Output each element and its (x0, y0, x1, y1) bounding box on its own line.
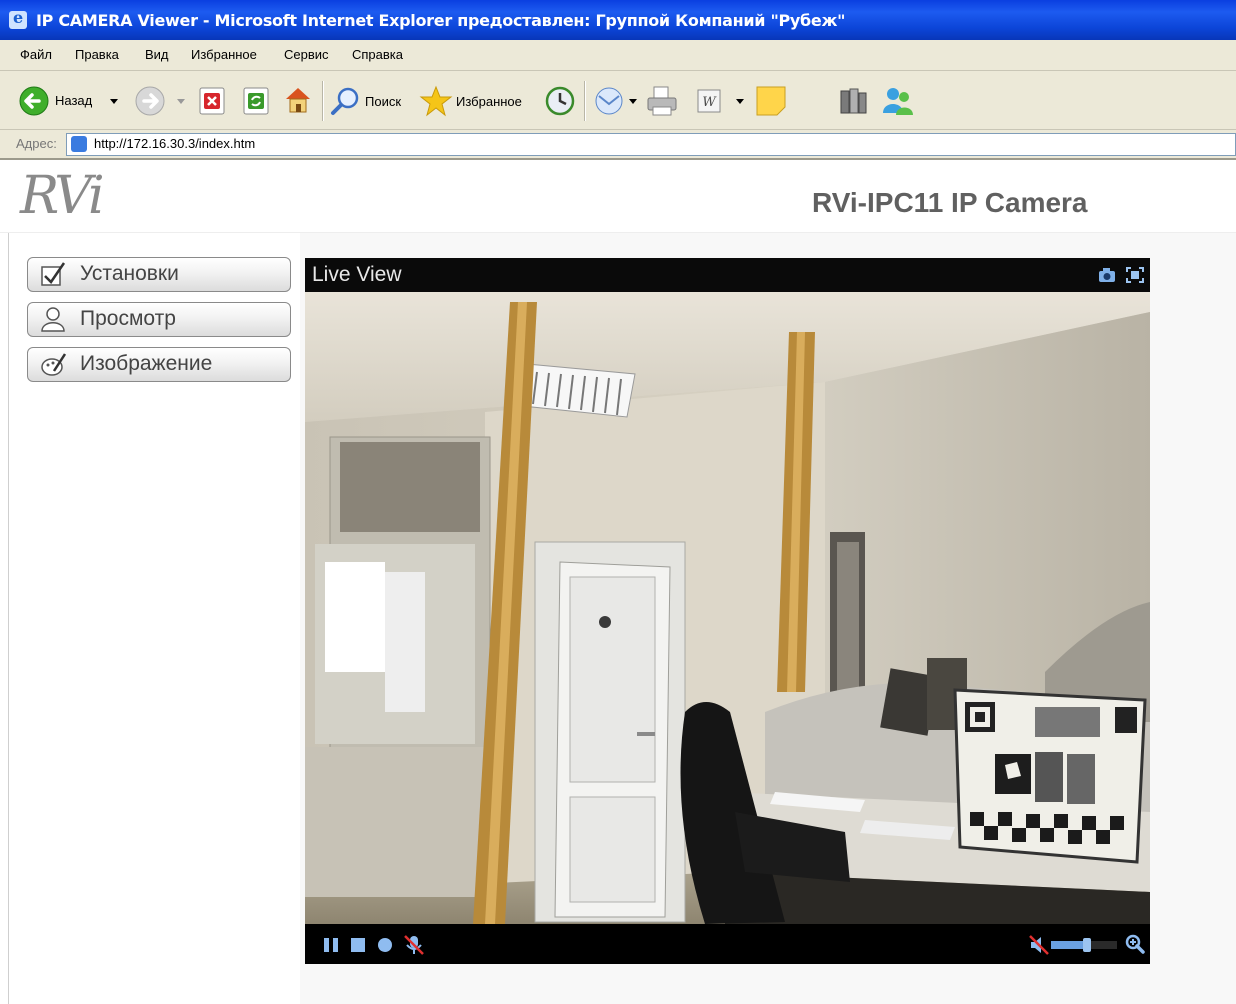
nav-image-label: Изображение (80, 352, 213, 375)
zoom-icon[interactable] (1125, 934, 1145, 954)
page-icon (71, 136, 87, 152)
volume-level-fill (1051, 941, 1088, 949)
address-input[interactable]: http://172.16.30.3/index.htm (66, 133, 1236, 156)
player-header: Live View (305, 258, 1150, 292)
favorites-label: Избранное (456, 94, 522, 109)
messenger-icon[interactable] (881, 85, 915, 117)
ie-icon (9, 8, 27, 29)
live-view-player: Live View (305, 258, 1150, 964)
menubar: Файл Правка Вид Избранное Сервис Справка (0, 40, 1236, 71)
page-header: RVi RVi-IPC11 IP Camera (0, 160, 1236, 233)
menu-help[interactable]: Справка (352, 47, 403, 62)
record-icon[interactable] (377, 937, 393, 953)
back-dropdown-icon[interactable] (110, 99, 118, 104)
page-title: RVi-IPC11 IP Camera (812, 187, 1088, 218)
snapshot-camera-icon[interactable] (1098, 267, 1116, 283)
menu-edit[interactable]: Правка (75, 47, 119, 62)
svg-text:W: W (702, 95, 717, 110)
volume-slider[interactable] (1051, 938, 1117, 952)
camera-frame-image (305, 292, 1150, 924)
menu-view[interactable]: Вид (145, 47, 169, 62)
nav-view-label: Просмотр (80, 307, 176, 330)
pause-icon[interactable] (323, 937, 339, 953)
forward-dropdown-icon[interactable] (177, 99, 185, 104)
back-label: Назад (55, 93, 93, 108)
sidebar: Установки Просмотр Изображение (8, 233, 301, 1004)
mail-icon[interactable] (594, 85, 626, 117)
stop-video-icon[interactable] (350, 937, 366, 953)
print-icon[interactable] (645, 85, 679, 117)
address-label: Адрес: (16, 136, 57, 151)
address-bar: Адрес: http://172.16.30.3/index.htm (0, 130, 1236, 160)
camera-video-feed[interactable] (305, 292, 1150, 924)
window-titlebar: IP CAMERA Viewer - Microsoft Internet Ex… (0, 0, 1236, 40)
home-icon[interactable] (282, 84, 314, 116)
toolbar: Назад Поиск Избранное W (0, 71, 1236, 130)
favorites-button[interactable]: Избранное (419, 85, 531, 117)
nav-settings-label: Установки (80, 262, 179, 285)
fullscreen-icon[interactable] (1126, 267, 1144, 283)
back-button[interactable]: Назад (18, 85, 122, 117)
brush-icon (41, 353, 66, 376)
nav-view-button[interactable]: Просмотр (27, 302, 291, 337)
user-icon (41, 307, 65, 332)
nav-image-button[interactable]: Изображение (27, 347, 291, 382)
menu-tools[interactable]: Сервис (284, 47, 329, 62)
mail-dropdown-icon[interactable] (629, 99, 637, 104)
research-icon[interactable] (837, 85, 869, 117)
history-icon[interactable] (544, 85, 576, 117)
rvi-logo: RVi (20, 166, 105, 226)
menu-file[interactable]: Файл (20, 47, 52, 62)
forward-arrow-icon[interactable] (134, 85, 166, 117)
nav-settings-button[interactable]: Установки (27, 257, 291, 292)
speaker-muted-icon[interactable] (1029, 935, 1049, 955)
player-controls (305, 924, 1150, 964)
search-label: Поиск (365, 94, 402, 109)
checkmark-icon (41, 262, 66, 286)
edit-dropdown-icon[interactable] (736, 99, 744, 104)
player-title: Live View (312, 263, 402, 286)
window-title: IP CAMERA Viewer - Microsoft Internet Ex… (36, 11, 846, 30)
mic-muted-icon[interactable] (404, 935, 424, 955)
address-url: http://172.16.30.3/index.htm (94, 136, 256, 151)
volume-knob[interactable] (1083, 938, 1092, 952)
back-arrow-icon (19, 86, 49, 116)
notes-icon[interactable] (755, 85, 787, 117)
refresh-icon[interactable] (243, 87, 269, 115)
star-icon (419, 85, 453, 117)
menu-favorites[interactable]: Избранное (191, 47, 257, 62)
word-edit-icon[interactable]: W (697, 89, 723, 115)
search-button[interactable]: Поиск (330, 85, 410, 117)
stop-icon[interactable] (199, 87, 225, 115)
search-icon (331, 87, 359, 115)
